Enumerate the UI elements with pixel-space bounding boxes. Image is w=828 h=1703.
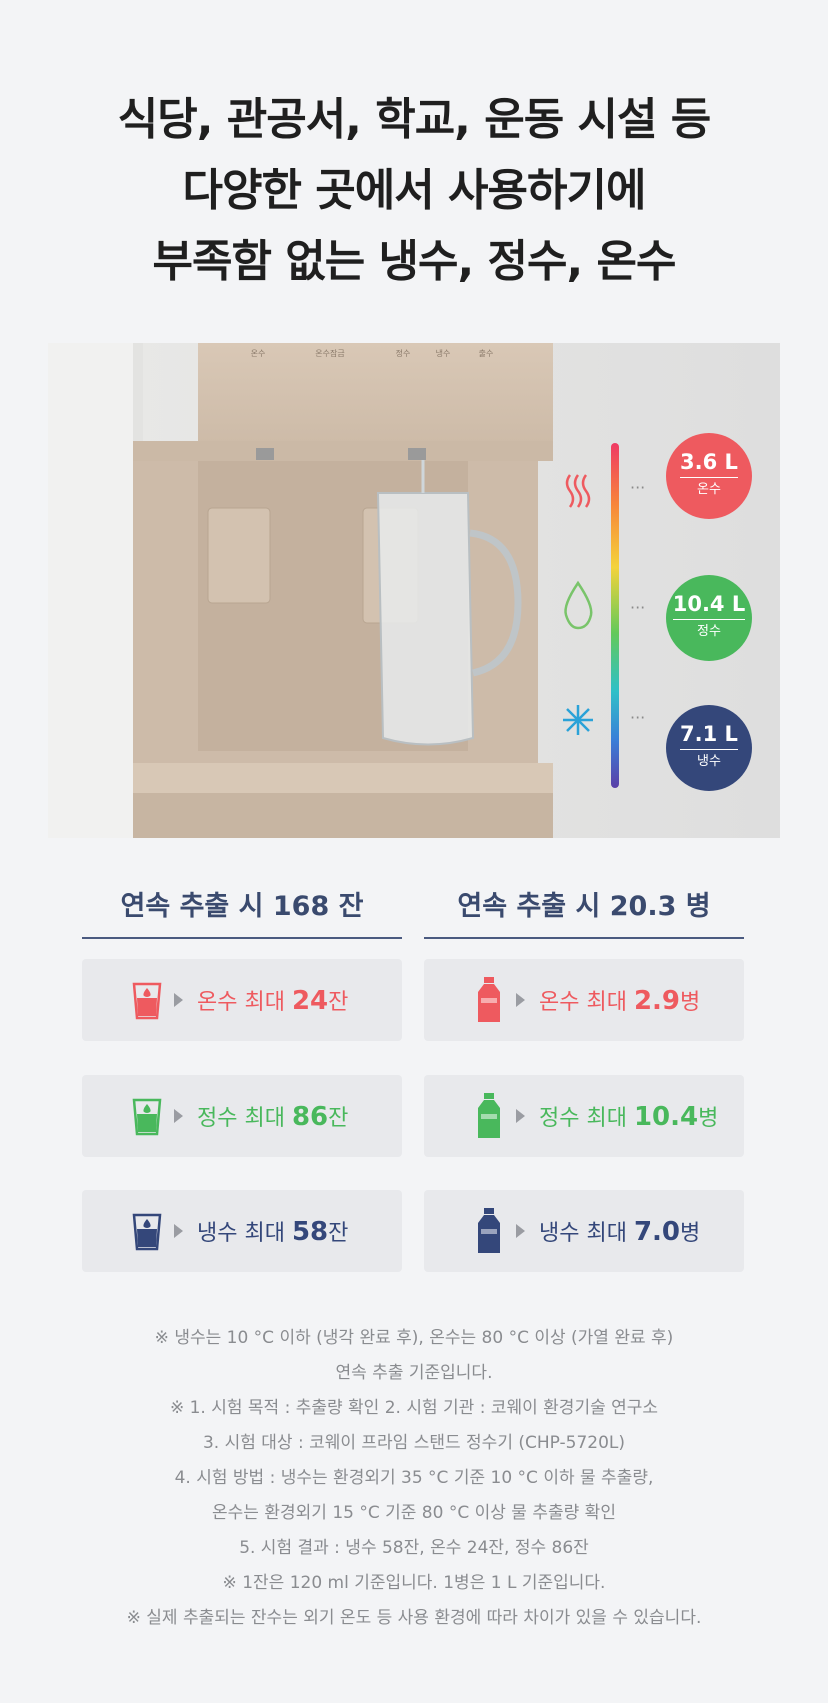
card-unit: 잔 xyxy=(328,1221,349,1246)
card-value: 7.0 xyxy=(633,1217,681,1247)
cup-icon xyxy=(130,976,164,1024)
bottles-title: 연속 추출 시 20.3 병 xyxy=(424,884,744,939)
card-label: 정수 최대 xyxy=(539,1106,634,1131)
gauge-label-cold: 7.1 L 냉수 xyxy=(666,705,752,791)
note-line: 연속 추출 기준입니다. xyxy=(335,1363,493,1383)
card-hot-cups: 온수 최대 24잔 xyxy=(82,959,402,1041)
headline-line-1: 식당, 관공서, 학교, 운동 시설 등 xyxy=(117,94,712,145)
headline: 식당, 관공서, 학교, 운동 시설 등 다양한 곳에서 사용하기에 부족함 없… xyxy=(0,84,828,297)
card-label: 온수 최대 xyxy=(197,990,292,1015)
gauge-hot-volume: 3.6 L xyxy=(680,450,738,478)
note-line: 3. 시험 대상 : 코웨이 프라임 스탠드 정수기 (CHP-5720L) xyxy=(202,1433,626,1453)
headline-line-2: 다양한 곳에서 사용하기에 xyxy=(182,165,647,216)
svg-text:···: ··· xyxy=(630,708,645,727)
arrow-right-icon xyxy=(174,993,183,1007)
cup-icon xyxy=(130,1207,164,1255)
cup-icon xyxy=(130,1092,164,1140)
bottle-icon xyxy=(472,976,506,1024)
arrow-right-icon xyxy=(174,1224,183,1238)
card-label: 냉수 최대 xyxy=(197,1221,292,1246)
card-value: 2.9 xyxy=(633,986,681,1016)
panel-label-purified: 정수 xyxy=(396,348,411,358)
card-unit: 병 xyxy=(680,990,701,1015)
card-purified-cups: 정수 최대 86잔 xyxy=(82,1075,402,1157)
card-cold-cups: 냉수 최대 58잔 xyxy=(82,1190,402,1272)
gauge-purified-kind: 정수 xyxy=(697,624,721,639)
gauge-label-hot: 3.6 L 온수 xyxy=(666,433,752,519)
note-line: ※ 1. 시험 목적 : 추출량 확인 2. 시험 기관 : 코웨이 환경기술 … xyxy=(169,1398,659,1418)
card-unit: 잔 xyxy=(328,1106,349,1131)
gauge-purified-volume: 10.4 L xyxy=(672,592,746,620)
svg-text:···: ··· xyxy=(630,478,645,497)
panel-label-hot: 온수 xyxy=(251,349,266,358)
note-line: 온수는 환경외기 15 °C 기준 80 °C 이상 물 추출량 확인 xyxy=(212,1503,616,1523)
note-line: ※ 냉수는 10 °C 이하 (냉각 완료 후), 온수는 80 °C 이상 (… xyxy=(154,1328,674,1348)
card-cold-bottles: 냉수 최대 7.0병 xyxy=(424,1190,744,1272)
headline-line-3: 부족함 없는 냉수, 정수, 온수 xyxy=(152,236,677,287)
card-hot-bottles: 온수 최대 2.9병 xyxy=(424,959,744,1041)
svg-text:···: ··· xyxy=(630,598,645,617)
gauge-cold-volume: 7.1 L xyxy=(680,722,738,750)
note-line: ※ 실제 추출되는 잔수는 외기 온도 등 사용 환경에 따라 차이가 있을 수… xyxy=(126,1608,702,1628)
arrow-right-icon xyxy=(174,1109,183,1123)
panel-label-dispense: 출수 xyxy=(479,348,494,358)
card-label: 온수 최대 xyxy=(539,990,634,1015)
bottle-icon xyxy=(472,1207,506,1255)
card-value: 10.4 xyxy=(633,1102,699,1132)
arrow-right-icon xyxy=(516,1224,525,1238)
card-unit: 병 xyxy=(680,1221,701,1246)
panel-label-hot-lock: 온수잠금 xyxy=(315,348,344,358)
snowflake-icon xyxy=(563,705,593,735)
card-unit: 잔 xyxy=(328,990,349,1015)
cups-title: 연속 추출 시 168 잔 xyxy=(82,884,402,939)
panel-label-cold: 냉수 xyxy=(436,348,451,358)
card-value: 86 xyxy=(291,1102,329,1132)
note-line: 5. 시험 결과 : 냉수 58잔, 온수 24잔, 정수 86잔 xyxy=(239,1538,589,1558)
footnotes: ※ 냉수는 10 °C 이하 (냉각 완료 후), 온수는 80 °C 이상 (… xyxy=(0,1321,828,1636)
card-unit: 병 xyxy=(698,1106,719,1131)
note-line: 4. 시험 방법 : 냉수는 환경외기 35 °C 기준 10 °C 이하 물 … xyxy=(174,1468,654,1488)
gauge-hot-kind: 온수 xyxy=(697,482,721,497)
gauge-cold-kind: 냉수 xyxy=(697,754,721,769)
card-value: 24 xyxy=(291,986,329,1016)
arrow-right-icon xyxy=(516,993,525,1007)
gauge-label-purified: 10.4 L 정수 xyxy=(666,575,752,661)
card-purified-bottles: 정수 최대 10.4병 xyxy=(424,1075,744,1157)
product-photo: 온수 온수잠금 정수 냉수 출수 ··· ··· ··· 3.6 L 온수 10… xyxy=(48,343,780,838)
note-line: ※ 1잔은 120 ml 기준입니다. 1병은 1 L 기준입니다. xyxy=(222,1573,606,1593)
card-label: 냉수 최대 xyxy=(539,1221,634,1246)
card-value: 58 xyxy=(291,1217,329,1247)
bottle-icon xyxy=(472,1092,506,1140)
card-label: 정수 최대 xyxy=(197,1106,292,1131)
arrow-right-icon xyxy=(516,1109,525,1123)
